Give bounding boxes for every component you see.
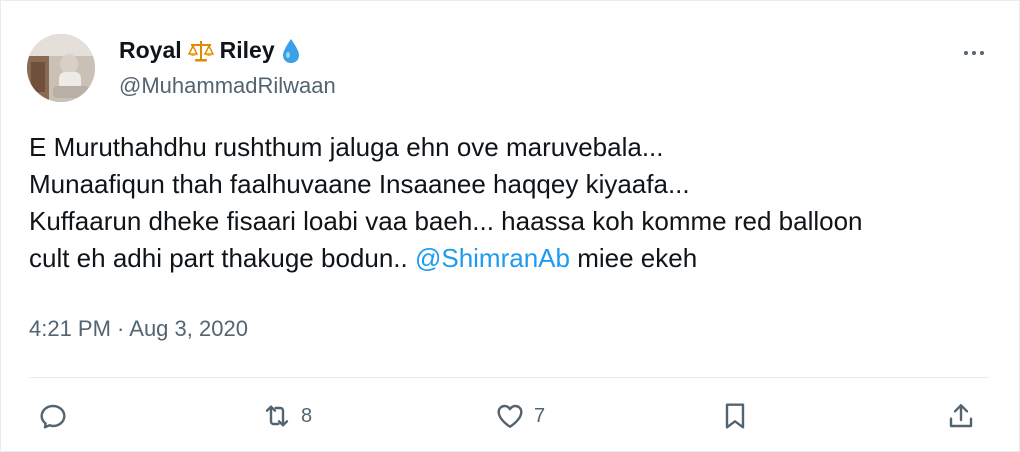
more-dot-icon <box>972 51 976 55</box>
like-button[interactable]: 7 <box>494 393 545 439</box>
tweet-line: cult eh adhi part thakuge bodun.. @Shimr… <box>29 240 989 277</box>
avatar[interactable] <box>27 34 95 102</box>
share-icon <box>949 404 973 428</box>
share-button[interactable] <box>945 393 977 439</box>
more-options-button[interactable] <box>959 41 989 65</box>
tweet-line-text: cult eh adhi part thakuge bodun.. <box>29 243 415 273</box>
avatar-image <box>27 34 95 102</box>
retweet-icon <box>265 405 289 427</box>
more-dot-icon <box>964 51 968 55</box>
tweet-line: E Muruthahdhu rushthum jaluga ehn ove ma… <box>29 132 664 162</box>
tweet-line: Kuffaarun dheke fisaari loabi vaa baeh..… <box>29 206 863 236</box>
heart-icon <box>497 404 523 428</box>
tweet-line-text: miee ekeh <box>569 243 698 273</box>
display-name[interactable]: Royal Riley <box>119 37 301 64</box>
water-drop-icon <box>281 38 301 64</box>
retweet-count: 8 <box>301 404 313 427</box>
tweet-line: Munaafiqun thah faalhuvaane Insaanee haq… <box>29 169 690 199</box>
action-bar: 8 7 <box>1 393 1020 439</box>
bookmark-button[interactable] <box>719 393 751 439</box>
user-handle[interactable]: @MuhammadRilwaan <box>119 73 336 99</box>
divider <box>29 377 989 378</box>
tweet-timestamp[interactable]: 4:21 PM · Aug 3, 2020 <box>29 316 248 342</box>
mention-link[interactable]: @ShimranAb <box>415 243 570 273</box>
retweet-button[interactable]: 8 <box>261 393 312 439</box>
display-name-first[interactable]: Royal <box>119 37 182 64</box>
bookmark-icon <box>725 403 745 429</box>
like-count: 7 <box>534 404 546 427</box>
balance-scale-icon <box>187 39 214 63</box>
tweet-text: E Muruthahdhu rushthum jaluga ehn ove ma… <box>29 129 989 277</box>
tweet-card: Royal Riley @MuhammadRilwaan E Muruthahd… <box>0 0 1020 452</box>
reply-icon <box>40 404 66 429</box>
reply-button[interactable] <box>37 393 69 439</box>
more-dot-icon <box>980 51 984 55</box>
display-name-last[interactable]: Riley <box>220 37 275 64</box>
